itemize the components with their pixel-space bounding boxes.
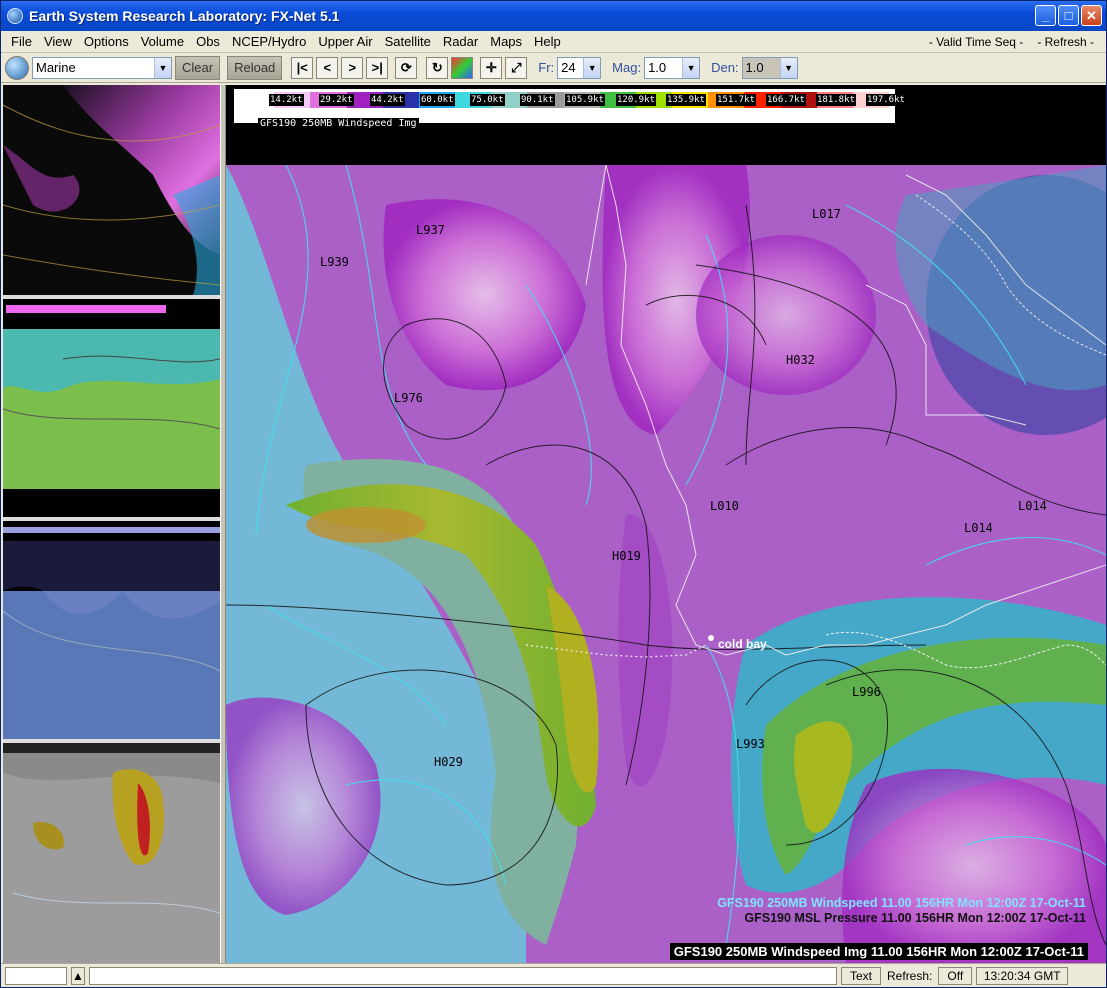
prev-frame-icon[interactable]: < xyxy=(316,56,339,79)
pressure-center: L939 xyxy=(320,255,349,269)
globe-icon[interactable] xyxy=(5,55,29,80)
region-select[interactable]: Marine ▼ xyxy=(32,56,172,79)
close-button[interactable]: ✕ xyxy=(1081,5,1102,26)
legend-tick: 44.2kt xyxy=(370,94,405,106)
station-label: cold bay xyxy=(718,637,767,651)
frame-label: Fr: xyxy=(538,60,555,75)
crosshair-icon[interactable]: ✛ xyxy=(480,56,503,79)
status-field[interactable] xyxy=(5,966,67,985)
refresh-menu[interactable]: - Refresh - xyxy=(1037,35,1094,49)
refresh-toggle[interactable]: Off xyxy=(938,966,973,985)
den-label: Den: xyxy=(711,60,739,75)
title-bar[interactable]: Earth System Research Laboratory: FX-Net… xyxy=(1,1,1106,31)
window-title: Earth System Research Laboratory: FX-Net… xyxy=(29,8,340,24)
zoom-icon[interactable]: ⤢ xyxy=(505,56,528,79)
chevron-down-icon: ▼ xyxy=(154,57,171,78)
legend-tick: 14.2kt xyxy=(269,94,304,106)
chevron-up-icon[interactable]: ▲ xyxy=(71,966,85,985)
menu-view[interactable]: View xyxy=(38,34,78,49)
pressure-center: L017 xyxy=(812,207,841,221)
rock-loop-icon[interactable]: ↻ xyxy=(426,56,449,79)
map-caption-windspeed: GFS190 250MB Windspeed 11.00 156HR Mon 1… xyxy=(717,896,1086,910)
legend-tick: 29.2kt xyxy=(319,94,354,106)
map-caption-image: GFS190 250MB Windspeed Img 11.00 156HR M… xyxy=(669,943,1088,960)
clock: 13:20:34 GMT xyxy=(976,966,1069,985)
menu-ncep-hydro[interactable]: NCEP/Hydro xyxy=(226,34,312,49)
maximize-button[interactable]: □ xyxy=(1058,5,1079,26)
legend-tick: 135.9kt xyxy=(666,94,706,106)
menu-help[interactable]: Help xyxy=(528,34,567,49)
reload-button[interactable]: Reload xyxy=(227,55,283,80)
menu-maps[interactable]: Maps xyxy=(484,34,528,49)
den-select[interactable]: 1.0 ▼ xyxy=(741,56,798,79)
mag-select[interactable]: 1.0 ▼ xyxy=(644,56,701,79)
menu-satellite[interactable]: Satellite xyxy=(379,34,437,49)
mag-label: Mag: xyxy=(612,60,642,75)
legend-tick: 105.9kt xyxy=(565,94,605,106)
thumbnail-precip[interactable] xyxy=(3,85,220,299)
legend-caption: GFS190 250MB Windspeed Img xyxy=(258,118,419,129)
pressure-center: L010 xyxy=(710,499,739,513)
valid-time-seq-menu[interactable]: - Valid Time Seq - xyxy=(929,35,1023,49)
next-frame-icon[interactable]: > xyxy=(341,56,364,79)
pressure-center: L993 xyxy=(736,737,765,751)
toolbar: Marine ▼ Clear Reload |< < > >| ⟳ ↻ ✛ ⤢ … xyxy=(1,53,1106,83)
thumbnail-surface-wind[interactable] xyxy=(3,521,220,743)
pressure-center: H029 xyxy=(434,755,463,769)
legend-tick: 197.6kt xyxy=(866,94,906,106)
menu-bar: File View Options Volume Obs NCEP/Hydro … xyxy=(1,31,1106,53)
loop-icon[interactable]: ⟳ xyxy=(395,56,418,79)
menu-volume[interactable]: Volume xyxy=(135,34,190,49)
legend-tick: 181.8kt xyxy=(816,94,856,106)
legend-tick: 60.0kt xyxy=(420,94,455,106)
legend-tick: 75.0kt xyxy=(470,94,505,106)
menu-options[interactable]: Options xyxy=(78,34,135,49)
legend-tick: 120.9kt xyxy=(616,94,656,106)
app-window: Earth System Research Laboratory: FX-Net… xyxy=(0,0,1107,988)
minimize-button[interactable]: _ xyxy=(1035,5,1056,26)
pressure-center: L014 xyxy=(964,521,993,535)
legend-ticks: 14.2kt 29.2kt 44.2kt 60.0kt 75.0kt 90.1k… xyxy=(238,94,906,108)
last-frame-icon[interactable]: >| xyxy=(366,56,389,79)
menu-upper-air[interactable]: Upper Air xyxy=(312,34,378,49)
globe-icon xyxy=(7,8,23,24)
status-message xyxy=(89,966,837,985)
refresh-label: Refresh: xyxy=(887,968,933,983)
pressure-center: H019 xyxy=(612,549,641,563)
text-button[interactable]: Text xyxy=(841,966,882,985)
menu-obs[interactable]: Obs xyxy=(190,34,226,49)
frame-select[interactable]: 24 ▼ xyxy=(557,56,602,79)
pressure-center: L996 xyxy=(852,685,881,699)
map-display[interactable]: 14.2kt 29.2kt 44.2kt 60.0kt 75.0kt 90.1k… xyxy=(226,85,1106,963)
menu-file[interactable]: File xyxy=(5,34,38,49)
pressure-center: L976 xyxy=(394,391,423,405)
pressure-center: H032 xyxy=(786,353,815,367)
clear-button[interactable]: Clear xyxy=(175,55,221,80)
pressure-center: L937 xyxy=(416,223,445,237)
chevron-down-icon: ▼ xyxy=(779,57,797,78)
thumbnail-temperature[interactable] xyxy=(3,299,220,521)
thumbnail-panel xyxy=(3,85,220,963)
legend-tick: 151.7kt xyxy=(716,94,756,106)
menu-radar[interactable]: Radar xyxy=(437,34,484,49)
first-frame-icon[interactable]: |< xyxy=(291,56,314,79)
color-table-icon[interactable] xyxy=(451,56,474,79)
status-bar: ▲ Text Refresh: Off 13:20:34 GMT xyxy=(1,963,1106,987)
legend-tick: 166.7kt xyxy=(766,94,806,106)
chevron-down-icon: ▼ xyxy=(583,57,601,78)
thumbnail-satellite[interactable] xyxy=(3,743,220,963)
pressure-center: L014 xyxy=(1018,499,1047,513)
chevron-down-icon: ▼ xyxy=(682,57,700,78)
legend-tick: 90.1kt xyxy=(520,94,555,106)
map-caption-pressure: GFS190 MSL Pressure 11.00 156HR Mon 12:0… xyxy=(744,911,1086,925)
